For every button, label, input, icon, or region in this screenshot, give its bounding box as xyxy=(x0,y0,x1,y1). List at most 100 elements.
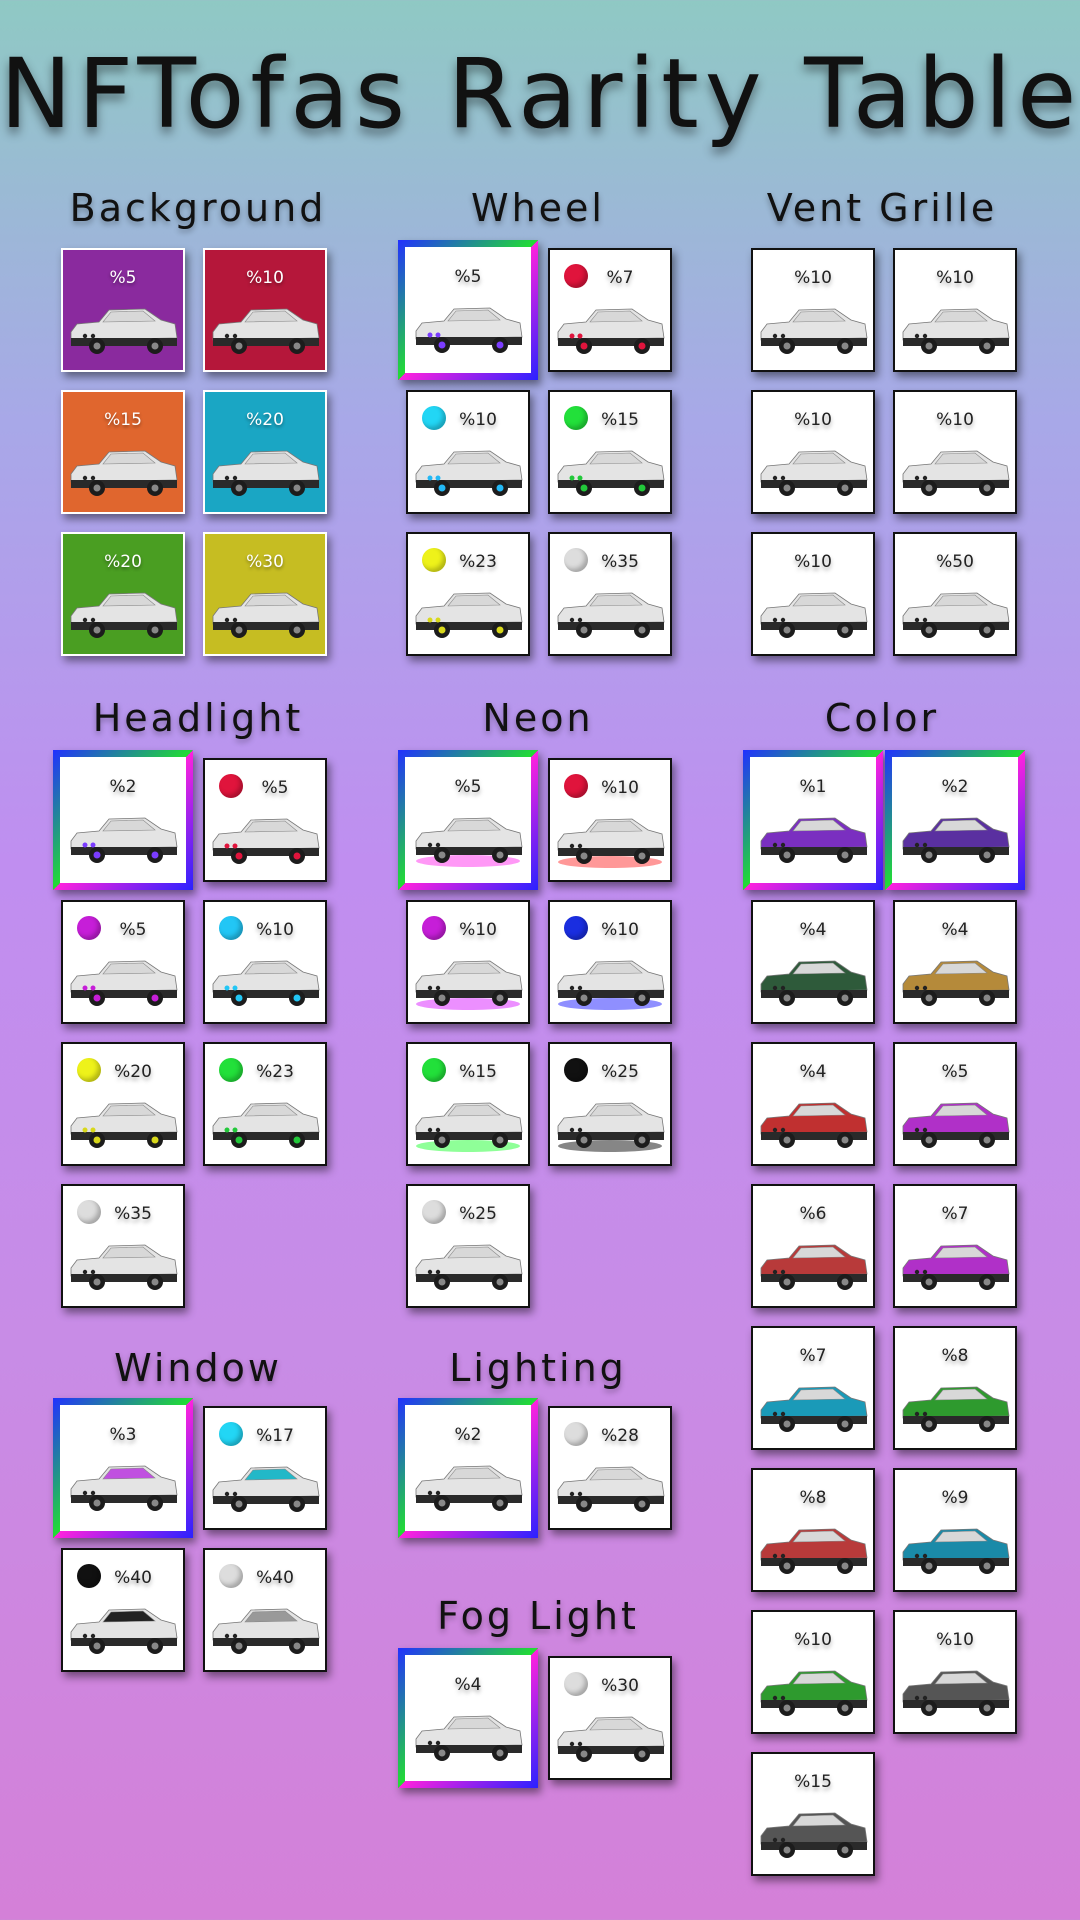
section-title-lighting: Lighting xyxy=(449,1346,627,1390)
car-icon xyxy=(902,1386,1010,1432)
car-icon xyxy=(70,592,178,638)
rarity-percent: %30 xyxy=(601,1676,639,1696)
car-icon xyxy=(70,1608,178,1654)
car-icon xyxy=(557,1102,665,1152)
rarity-percent: %35 xyxy=(114,1204,152,1224)
wheel-trait-card: %5 xyxy=(398,240,538,380)
neon-trait-card: %25 xyxy=(548,1042,672,1166)
rarity-percent: %23 xyxy=(459,552,497,572)
car-icon xyxy=(760,1386,868,1432)
rarity-percent: %9 xyxy=(941,1488,969,1508)
neon-trait-card: %10 xyxy=(406,900,530,1024)
car-icon xyxy=(902,1528,1010,1574)
rarity-percent: %10 xyxy=(794,552,832,572)
car-icon xyxy=(760,1670,868,1716)
color-trait-card: %7 xyxy=(751,1326,875,1450)
headlight-trait-card: %20 xyxy=(61,1042,185,1166)
rarity-percent: %10 xyxy=(256,920,294,940)
headlight-trait-card: %5 xyxy=(61,900,185,1024)
window-trait-card: %17 xyxy=(203,1406,327,1530)
color-trait-card: %5 xyxy=(893,1042,1017,1166)
rarity-percent: %5 xyxy=(941,1062,969,1082)
section-title-fog-light: Fog Light xyxy=(437,1594,639,1638)
rarity-percent: %10 xyxy=(936,268,974,288)
rarity-percent: %4 xyxy=(941,920,969,940)
color-trait-card: %10 xyxy=(751,1610,875,1734)
wheel-trait-card: %23 xyxy=(406,532,530,656)
rarity-percent: %3 xyxy=(109,1425,137,1445)
car-icon xyxy=(557,592,665,638)
wheel-trait-card: %10 xyxy=(406,390,530,514)
car-icon xyxy=(902,450,1010,496)
rarity-percent: %7 xyxy=(606,268,634,288)
car-icon xyxy=(902,1244,1010,1290)
headlight-trait-card: %2 xyxy=(53,750,193,890)
fog-light-trait-card: %4 xyxy=(398,1648,538,1788)
color-trait-card: %4 xyxy=(893,900,1017,1024)
section-title-neon: Neon xyxy=(482,696,594,740)
background-trait-card: %10 xyxy=(203,248,327,372)
car-icon xyxy=(70,308,178,354)
rarity-percent: %30 xyxy=(246,552,284,572)
window-trait-card: %40 xyxy=(61,1548,185,1672)
background-trait-card: %5 xyxy=(61,248,185,372)
car-icon xyxy=(902,960,1010,1006)
rarity-percent: %8 xyxy=(941,1346,969,1366)
rarity-percent: %15 xyxy=(794,1772,832,1792)
car-icon xyxy=(212,592,320,638)
car-icon xyxy=(415,1715,523,1761)
rarity-percent: %15 xyxy=(601,410,639,430)
page-title: NFTofas Rarity Table xyxy=(0,38,1080,150)
car-icon xyxy=(760,592,868,638)
rarity-percent: %2 xyxy=(941,777,969,797)
car-icon xyxy=(212,1608,320,1654)
car-icon xyxy=(415,592,523,638)
rarity-percent: %10 xyxy=(794,1630,832,1650)
car-icon xyxy=(212,308,320,354)
car-icon xyxy=(70,960,178,1006)
rarity-percent: %4 xyxy=(799,1062,827,1082)
car-icon xyxy=(902,1102,1010,1148)
rarity-percent: %20 xyxy=(246,410,284,430)
background-trait-card: %20 xyxy=(203,390,327,514)
vent-grille-trait-card: %10 xyxy=(751,248,875,372)
rarity-percent: %40 xyxy=(256,1568,294,1588)
fog-light-trait-card: %30 xyxy=(548,1656,672,1780)
rarity-percent: %2 xyxy=(109,777,137,797)
car-icon xyxy=(415,307,523,353)
section-title-window: Window xyxy=(114,1346,282,1390)
color-trait-card: %8 xyxy=(893,1326,1017,1450)
car-icon xyxy=(760,817,868,863)
car-icon xyxy=(760,1244,868,1290)
car-icon xyxy=(415,1244,523,1290)
color-trait-card: %2 xyxy=(885,750,1025,890)
car-icon xyxy=(557,960,665,1010)
car-icon xyxy=(70,1102,178,1148)
car-icon xyxy=(212,1102,320,1148)
rarity-percent: %10 xyxy=(459,920,497,940)
rarity-percent: %15 xyxy=(104,410,142,430)
car-icon xyxy=(212,1466,320,1512)
rarity-percent: %5 xyxy=(454,267,482,287)
wheel-trait-card: %35 xyxy=(548,532,672,656)
rarity-percent: %7 xyxy=(799,1346,827,1366)
car-icon xyxy=(760,960,868,1006)
vent-grille-trait-card: %10 xyxy=(893,248,1017,372)
car-icon xyxy=(212,818,320,864)
vent-grille-trait-card: %10 xyxy=(893,390,1017,514)
car-icon xyxy=(212,450,320,496)
car-icon xyxy=(70,1465,178,1511)
lighting-trait-card: %28 xyxy=(548,1406,672,1530)
rarity-percent: %35 xyxy=(601,552,639,572)
rarity-percent: %10 xyxy=(601,778,639,798)
rarity-percent: %17 xyxy=(256,1426,294,1446)
headlight-trait-card: %5 xyxy=(203,758,327,882)
rarity-percent: %15 xyxy=(459,1062,497,1082)
color-trait-card: %9 xyxy=(893,1468,1017,1592)
car-icon xyxy=(557,1466,665,1512)
headlight-trait-card: %10 xyxy=(203,900,327,1024)
rarity-percent: %10 xyxy=(936,1630,974,1650)
rarity-percent: %10 xyxy=(459,410,497,430)
car-icon xyxy=(902,1670,1010,1716)
vent-grille-trait-card: %10 xyxy=(751,390,875,514)
